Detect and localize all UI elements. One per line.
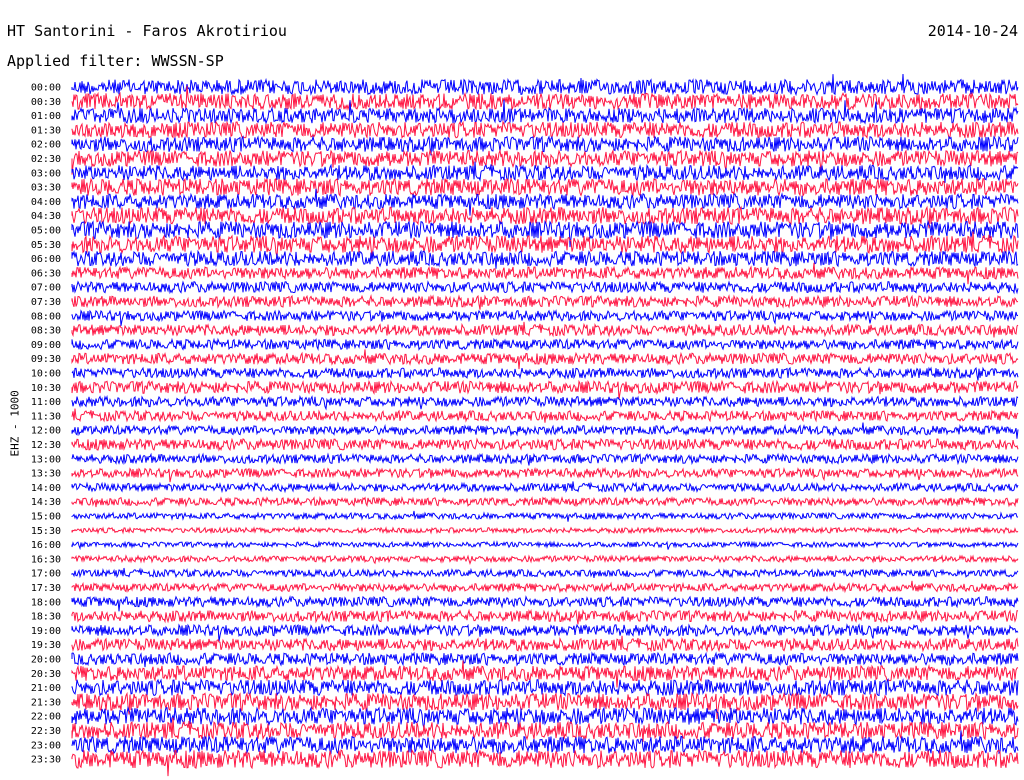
time-label: 21:00 bbox=[31, 683, 61, 694]
seismic-trace bbox=[71, 466, 1019, 483]
seismic-trace bbox=[71, 567, 1019, 579]
time-label: 10:00 bbox=[31, 369, 61, 380]
time-label: 13:00 bbox=[31, 454, 61, 465]
time-label: 08:00 bbox=[31, 311, 61, 322]
seismic-trace bbox=[71, 437, 1019, 452]
seismic-trace bbox=[71, 366, 1019, 381]
time-label: 12:30 bbox=[31, 440, 61, 451]
time-label: 14:00 bbox=[31, 483, 61, 494]
seismic-trace bbox=[71, 526, 1019, 535]
time-label: 04:30 bbox=[31, 211, 61, 222]
seismic-trace bbox=[71, 148, 1019, 175]
time-label: 19:00 bbox=[31, 626, 61, 637]
seismic-trace bbox=[71, 580, 1019, 594]
time-label: 06:00 bbox=[31, 254, 61, 265]
seismic-trace bbox=[71, 495, 1019, 508]
seismic-trace bbox=[71, 452, 1019, 466]
time-label: 23:00 bbox=[31, 740, 61, 751]
seismic-trace bbox=[71, 408, 1019, 423]
channel-label: EHZ - 1000 bbox=[8, 390, 22, 457]
seismic-trace bbox=[71, 73, 1019, 97]
time-label-group: 00:00 00:30 01:00 01:30 02:00 02:30 03:00 03:30… bbox=[31, 83, 61, 766]
time-label: 01:30 bbox=[31, 125, 61, 136]
time-label: 18:00 bbox=[31, 597, 61, 608]
time-label: 07:30 bbox=[31, 297, 61, 308]
time-label: 16:00 bbox=[31, 540, 61, 551]
time-label: 22:30 bbox=[31, 726, 61, 737]
time-label: 23:30 bbox=[31, 755, 61, 766]
time-label: 05:00 bbox=[31, 226, 61, 237]
seismic-trace bbox=[71, 262, 1019, 285]
time-label: 17:00 bbox=[31, 569, 61, 580]
time-label: 05:30 bbox=[31, 240, 61, 251]
seismic-trace bbox=[71, 677, 1019, 698]
time-label: 03:00 bbox=[31, 168, 61, 179]
time-label: 15:30 bbox=[31, 526, 61, 537]
seismic-trace bbox=[71, 635, 1019, 653]
seismic-trace bbox=[71, 379, 1019, 400]
seismic-trace bbox=[71, 651, 1019, 668]
seismic-trace bbox=[71, 660, 1019, 688]
seismic-trace bbox=[71, 422, 1019, 439]
time-label: 13:30 bbox=[31, 469, 61, 480]
time-label: 08:30 bbox=[31, 326, 61, 337]
time-label: 19:30 bbox=[31, 640, 61, 651]
seismic-trace bbox=[71, 120, 1019, 140]
time-label: 12:00 bbox=[31, 426, 61, 437]
seismic-trace bbox=[71, 294, 1019, 310]
seismic-trace bbox=[71, 394, 1019, 411]
time-label: 02:30 bbox=[31, 154, 61, 165]
seismic-trace bbox=[71, 608, 1019, 625]
seismic-trace bbox=[71, 249, 1019, 269]
seismic-trace bbox=[71, 321, 1019, 338]
seismic-trace bbox=[71, 540, 1019, 551]
seismic-trace bbox=[71, 510, 1019, 522]
time-label: 09:00 bbox=[31, 340, 61, 351]
time-label: 18:30 bbox=[31, 612, 61, 623]
seismogram-plot: 00:00 00:30 01:00 01:30 02:00 02:30 03:00 03:30… bbox=[31, 73, 1019, 777]
seismic-trace bbox=[71, 554, 1019, 565]
seismic-trace bbox=[71, 349, 1019, 370]
time-label: 03:30 bbox=[31, 183, 61, 194]
seismic-trace bbox=[71, 280, 1019, 295]
seismic-trace bbox=[71, 730, 1019, 756]
time-label: 17:30 bbox=[31, 583, 61, 594]
time-label: 00:30 bbox=[31, 97, 61, 108]
time-label: 10:30 bbox=[31, 383, 61, 394]
seismic-trace bbox=[71, 481, 1019, 494]
time-label: 07:00 bbox=[31, 283, 61, 294]
time-label: 22:00 bbox=[31, 712, 61, 723]
time-label: 14:30 bbox=[31, 497, 61, 508]
time-label: 11:30 bbox=[31, 411, 61, 422]
seismic-trace bbox=[71, 595, 1019, 612]
seismic-trace bbox=[71, 337, 1019, 352]
seismic-trace bbox=[71, 623, 1019, 642]
time-label: 01:00 bbox=[31, 111, 61, 122]
seismic-trace bbox=[71, 176, 1019, 198]
time-label: 06:30 bbox=[31, 268, 61, 279]
time-label: 15:00 bbox=[31, 512, 61, 523]
time-label: 04:00 bbox=[31, 197, 61, 208]
time-label: 11:00 bbox=[31, 397, 61, 408]
time-label: 09:30 bbox=[31, 354, 61, 365]
seismic-trace bbox=[71, 309, 1019, 326]
time-label: 20:00 bbox=[31, 655, 61, 666]
seismic-trace bbox=[71, 748, 1019, 777]
time-label: 21:30 bbox=[31, 697, 61, 708]
time-label: 20:30 bbox=[31, 669, 61, 680]
time-label: 00:00 bbox=[31, 83, 61, 94]
seismic-trace bbox=[71, 99, 1019, 125]
trace-group bbox=[71, 73, 1019, 777]
time-label: 02:00 bbox=[31, 140, 61, 151]
time-label: 16:30 bbox=[31, 554, 61, 565]
